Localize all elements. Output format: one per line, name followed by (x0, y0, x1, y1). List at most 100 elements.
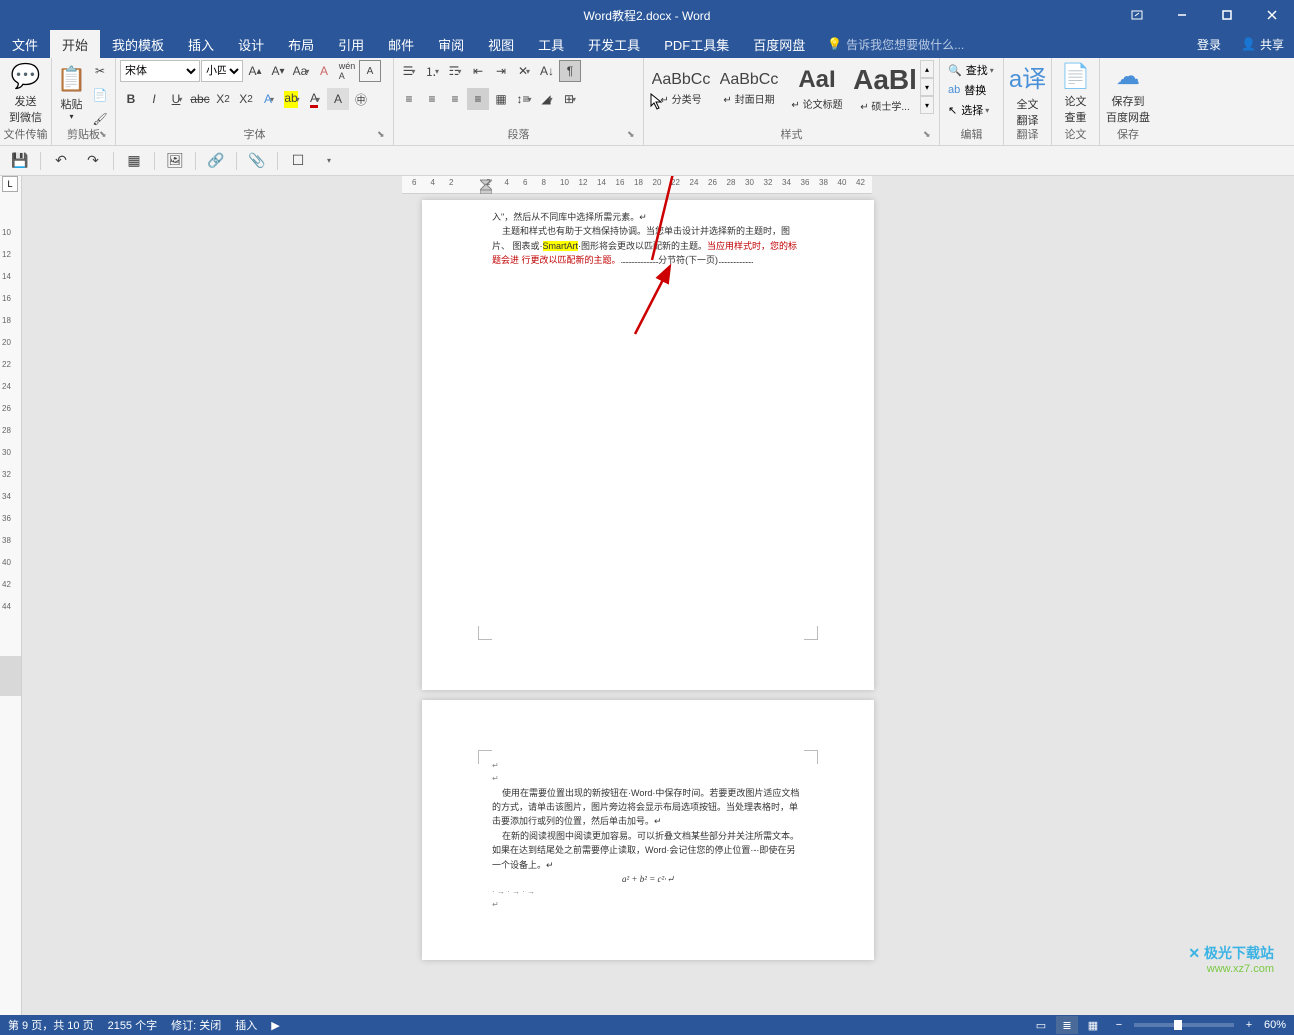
italic-button[interactable]: I (143, 88, 165, 110)
paragraph-launcher[interactable]: ⬊ (627, 129, 641, 143)
subscript-button[interactable]: X2 (212, 88, 234, 110)
vertical-ruler[interactable]: L 10121416182022242628303234363840424448 (0, 176, 22, 1015)
multilevel-button[interactable]: ☶▾ (444, 60, 466, 82)
login-button[interactable]: 登录 (1187, 36, 1231, 53)
copy-button[interactable]: 📄 (89, 84, 111, 106)
font-launcher[interactable]: ⬊ (377, 129, 391, 143)
qat-table-button[interactable]: ▦ (122, 149, 146, 173)
qat-undo-button[interactable]: ↶ (49, 149, 73, 173)
status-track[interactable]: 修订: 关闭 (171, 1017, 221, 1033)
tab-developer[interactable]: 开发工具 (576, 30, 652, 58)
view-print-button[interactable]: ≣ (1056, 1016, 1078, 1034)
enclose-char-button[interactable]: ㊥ (350, 88, 372, 110)
view-read-button[interactable]: ▭ (1030, 1016, 1052, 1034)
styles-scroll-down[interactable]: ▾ (920, 78, 934, 96)
qat-more-button[interactable]: ▾ (318, 149, 342, 173)
style-item-2[interactable]: AaBbCc ↵ 封面日期 (716, 60, 782, 116)
bullets-button[interactable]: ☰▾ (398, 60, 420, 82)
paste-button[interactable]: 📋 粘贴 ▾ (56, 60, 87, 126)
zoom-in-button[interactable]: + (1238, 1016, 1260, 1034)
tab-design[interactable]: 设计 (226, 30, 276, 58)
tab-view[interactable]: 视图 (476, 30, 526, 58)
save-baidu-button[interactable]: ☁ 保存到 百度网盘 (1104, 60, 1152, 126)
zoom-slider[interactable] (1134, 1023, 1234, 1027)
page-content[interactable]: ↵↵ 使用在需要位置出现的新按钮在·Word·中保存时间。若要更改图片适应文档的… (422, 700, 874, 942)
style-item-4[interactable]: AaBl ↵ 硕士学... (852, 60, 918, 116)
change-case-button[interactable]: Aa▾ (290, 60, 312, 82)
sort-button[interactable]: A↓ (536, 60, 558, 82)
tellme-search[interactable]: 💡 告诉我您想要做什么... (827, 36, 964, 53)
horizontal-ruler[interactable]: 6422468101214161820222426283032343638404… (402, 176, 872, 194)
qat-link-button[interactable]: 🔗 (204, 149, 228, 173)
tab-baidu[interactable]: 百度网盘 (741, 30, 817, 58)
tab-selector[interactable]: L (2, 176, 18, 192)
font-name-select[interactable]: 宋体 (120, 60, 200, 82)
line-spacing-button[interactable]: ↕≡▾ (513, 88, 535, 110)
grow-font-button[interactable]: A▴ (244, 60, 266, 82)
increase-indent-button[interactable]: ⇥ (490, 60, 512, 82)
close-button[interactable] (1249, 0, 1294, 30)
cut-button[interactable]: ✂ (89, 60, 111, 82)
asian-layout-button[interactable]: ✕▾ (513, 60, 535, 82)
status-page[interactable]: 第 9 页，共 10 页 (8, 1017, 94, 1033)
bold-button[interactable]: B (120, 88, 142, 110)
style-item-3[interactable]: AaI ↵ 论文标题 (784, 60, 850, 116)
underline-button[interactable]: U▾ (166, 88, 188, 110)
tab-mail[interactable]: 邮件 (376, 30, 426, 58)
view-web-button[interactable]: ▦ (1082, 1016, 1104, 1034)
qat-redo-button[interactable]: ↷ (81, 149, 105, 173)
show-marks-button[interactable]: ¶ (559, 60, 581, 82)
highlight-button[interactable]: ab▾ (281, 88, 303, 110)
clear-format-button[interactable]: A (313, 60, 335, 82)
distribute-button[interactable]: ▦ (490, 88, 512, 110)
char-shading-button[interactable]: A (327, 88, 349, 110)
font-color-button[interactable]: A▾ (304, 88, 326, 110)
find-button[interactable]: 🔍查找▾ (944, 60, 998, 80)
styles-launcher[interactable]: ⬊ (923, 129, 937, 143)
font-size-select[interactable]: 小四 (201, 60, 243, 82)
decrease-indent-button[interactable]: ⇤ (467, 60, 489, 82)
tab-home[interactable]: 开始 (50, 30, 100, 58)
paper-check-button[interactable]: 📄 论文 查重 (1056, 60, 1095, 126)
align-right-button[interactable]: ≡ (444, 88, 466, 110)
tab-pdf[interactable]: PDF工具集 (652, 30, 741, 58)
send-wechat-button[interactable]: 💬 发送 到微信 (4, 60, 47, 126)
qat-save-button[interactable]: 💾 (8, 149, 32, 173)
tab-tools[interactable]: 工具 (526, 30, 576, 58)
zoom-out-button[interactable]: − (1108, 1016, 1130, 1034)
styles-more-button[interactable]: ▾ (920, 96, 934, 114)
page-content[interactable]: 入"，然后从不同库中选择所需元素。↵ 主题和样式也有助于文档保持协调。当您单击设… (422, 200, 874, 298)
share-button[interactable]: 👤 共享 (1231, 36, 1294, 53)
borders-button[interactable]: ⊞▾ (559, 88, 581, 110)
numbering-button[interactable]: ⒈▾ (421, 60, 443, 82)
char-border-button[interactable]: A (359, 60, 381, 82)
strikethrough-button[interactable]: abc (189, 88, 211, 110)
minimize-button[interactable] (1159, 0, 1204, 30)
tab-templates[interactable]: 我的模板 (100, 30, 176, 58)
shrink-font-button[interactable]: A▾ (267, 60, 289, 82)
styles-scroll-up[interactable]: ▴ (920, 60, 934, 78)
qat-image-button[interactable]: 🖼 (163, 149, 187, 173)
shading-button[interactable]: ◢▾ (536, 88, 558, 110)
zoom-level[interactable]: 60% (1264, 1019, 1286, 1031)
tab-layout[interactable]: 布局 (276, 30, 326, 58)
phonetic-button[interactable]: wénA (336, 60, 358, 82)
tab-review[interactable]: 审阅 (426, 30, 476, 58)
align-left-button[interactable]: ≡ (398, 88, 420, 110)
style-item-1[interactable]: AaBbCc ↵ 分类号 (648, 60, 714, 116)
replace-button[interactable]: ab替换 (944, 80, 998, 100)
tab-insert[interactable]: 插入 (176, 30, 226, 58)
qat-attach-button[interactable]: 📎 (245, 149, 269, 173)
maximize-button[interactable] (1204, 0, 1249, 30)
ribbon-display-icon[interactable] (1114, 0, 1159, 30)
align-center-button[interactable]: ≡ (421, 88, 443, 110)
clipboard-launcher[interactable]: ⬊ (99, 129, 113, 143)
tab-references[interactable]: 引用 (326, 30, 376, 58)
translate-button[interactable]: a译 全文 翻译 (1008, 60, 1047, 126)
superscript-button[interactable]: X2 (235, 88, 257, 110)
status-words[interactable]: 2155 个字 (108, 1017, 158, 1033)
qat-form-button[interactable]: ☐ (286, 149, 310, 173)
text-effects-button[interactable]: A▾ (258, 88, 280, 110)
tab-file[interactable]: 文件 (0, 30, 50, 58)
justify-button[interactable]: ≡ (467, 88, 489, 110)
